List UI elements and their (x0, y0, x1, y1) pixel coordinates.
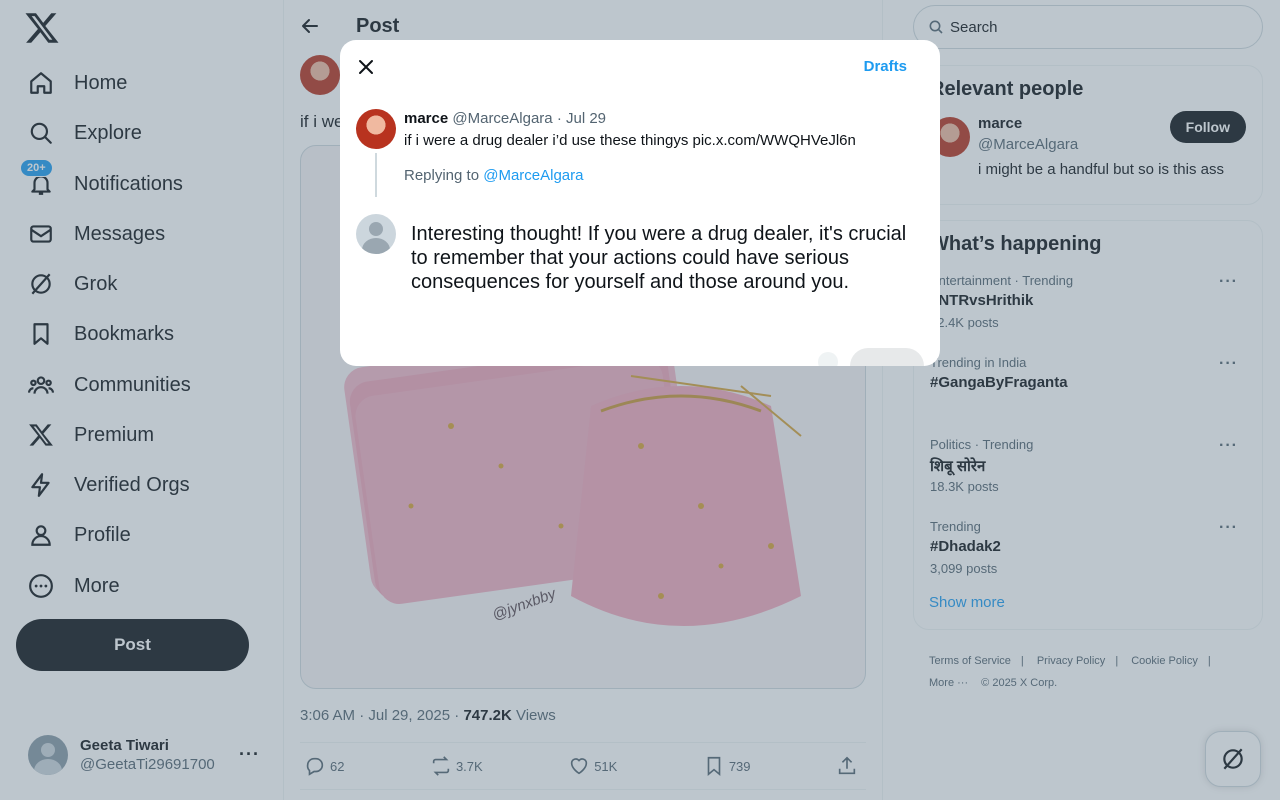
original-author-name[interactable]: marce (404, 110, 448, 127)
char-counter-circle (818, 352, 838, 366)
reply-submit-button[interactable] (850, 348, 924, 366)
reply-textarea[interactable]: Interesting thought! If you were a drug … (406, 222, 924, 294)
original-author-handle: @MarceAlgara (452, 110, 553, 127)
avatar (356, 214, 396, 254)
original-post-text: if i were a drug dealer i’d use these th… (404, 132, 856, 149)
replying-handle-link[interactable]: @MarceAlgara (483, 167, 583, 184)
drafts-button[interactable]: Drafts (864, 58, 907, 75)
reply-modal: Drafts marce @MarceAlgara · Jul 29 if i … (340, 40, 940, 366)
replying-prefix: Replying to (404, 167, 484, 184)
close-icon[interactable] (356, 57, 376, 77)
replying-to: Replying to @MarceAlgara (404, 167, 583, 184)
thread-line (375, 153, 377, 197)
avatar[interactable] (356, 109, 396, 149)
original-post-date: · Jul 29 (556, 110, 607, 127)
original-post-header: marce @MarceAlgara · Jul 29 (404, 110, 606, 127)
